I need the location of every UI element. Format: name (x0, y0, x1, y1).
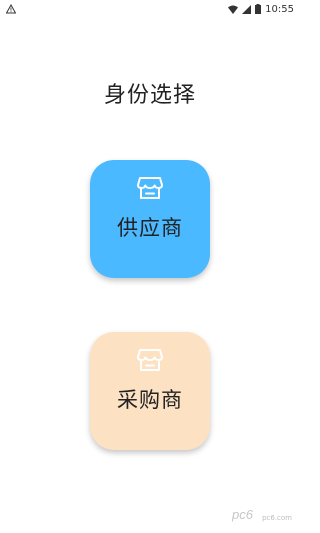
store-icon (137, 177, 163, 199)
status-bar: 10:55 (0, 0, 300, 18)
identity-selection-screen: 10:55 身份选择 供应商 采购商 pc6 pc6.com (0, 0, 300, 533)
page-title: 身份选择 (103, 83, 196, 108)
battery-icon (255, 4, 262, 14)
status-left (6, 4, 16, 14)
purchaser-label: 采购商 (117, 388, 183, 412)
pc6-logo-icon: pc6 (232, 507, 254, 522)
svg-text:pc6: pc6 (232, 507, 254, 522)
warning-icon (6, 4, 16, 14)
supplier-role-button[interactable]: 供应商 (90, 160, 210, 278)
watermark-text: pc6.com (262, 514, 292, 522)
pc6-watermark: pc6 pc6.com (232, 505, 292, 523)
purchaser-role-button[interactable]: 采购商 (90, 332, 210, 450)
supplier-label: 供应商 (117, 216, 183, 240)
status-right: 10:55 (228, 4, 294, 15)
wifi-icon (228, 5, 239, 14)
store-icon (137, 349, 163, 371)
status-time: 10:55 (265, 3, 294, 15)
signal-icon (242, 4, 252, 14)
